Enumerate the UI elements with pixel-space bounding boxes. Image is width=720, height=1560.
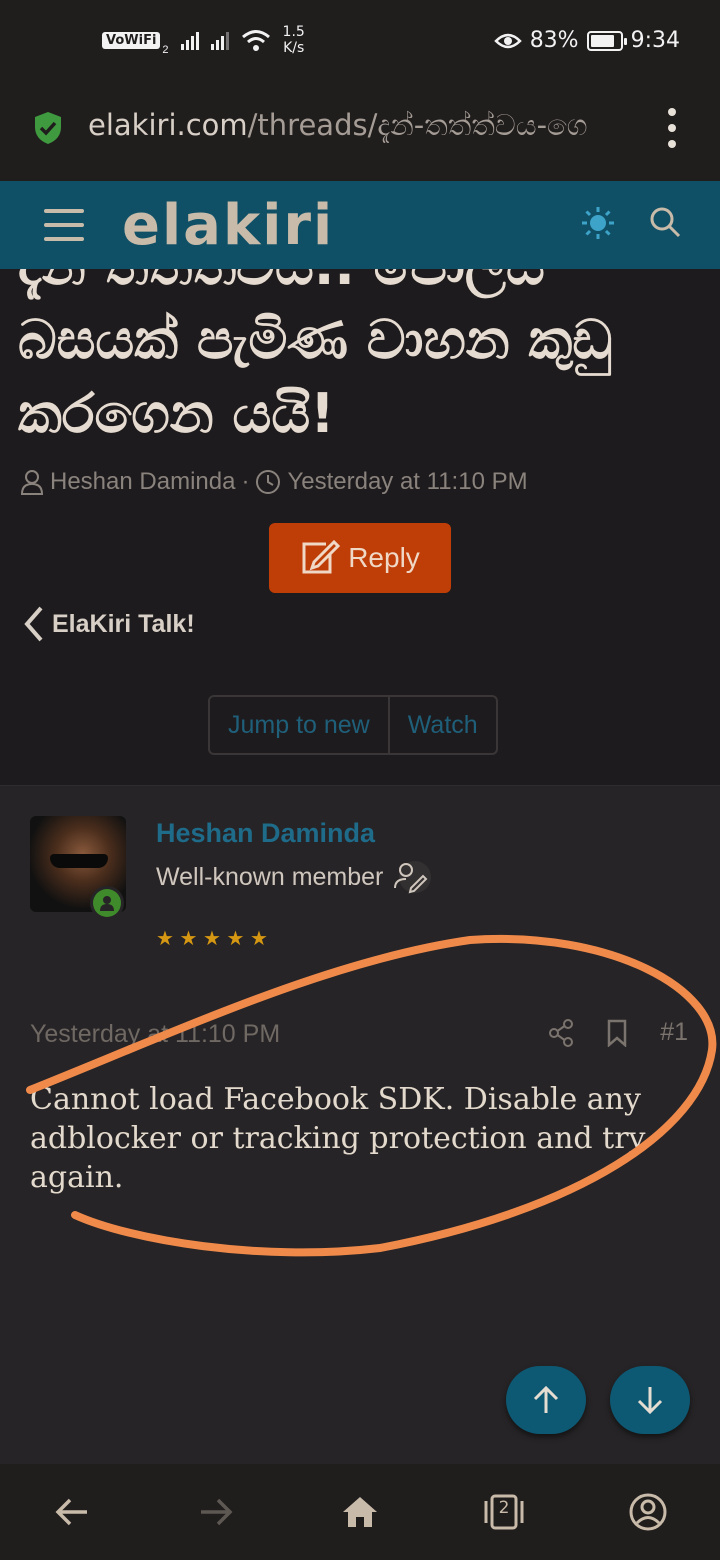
network-speed: 1.5 K/s [282,24,305,56]
clock: 9:34 [630,28,680,53]
arrow-down-icon [637,1387,663,1415]
arrow-right-icon [201,1498,233,1526]
edit-icon [302,540,341,574]
rating-stars: ★ ★ ★ ★ ★ [156,928,268,950]
browser-nav-bar: 2 [0,1464,720,1560]
user-edit-icon [394,861,432,894]
signal-icon-2 [210,30,229,50]
wifi-icon [241,30,270,51]
post-message: Cannot load Facebook SDK. Disable any ad… [30,1082,646,1195]
thread-date[interactable]: Yesterday at 11:10 PM [287,468,527,496]
eye-icon [493,33,522,48]
post-date[interactable]: Yesterday at 11:10 PM [30,1020,280,1049]
post-number[interactable]: #1 [660,1018,688,1047]
site-logo[interactable]: elakiri [122,193,334,258]
scroll-bottom-button[interactable] [610,1366,690,1434]
post: Heshan Daminda Well-known member ★ ★ ★ ★… [0,785,720,1464]
share-icon[interactable] [548,1018,574,1047]
post-username[interactable]: Heshan Daminda [156,818,375,849]
battery-percent: 83% [529,28,579,53]
more-options-icon[interactable] [664,108,680,148]
url-field[interactable]: elakiri.com/threads/දැන්-තත්ත්වය-ගෙ [88,108,633,148]
browser-url-bar: elakiri.com/threads/දැන්-තත්ත්වය-ගෙ [0,84,720,181]
account-icon [629,1493,667,1531]
vowifi-badge: VoWiFi [102,31,161,49]
page-content: දැන් තත්ත්වය.. පොලිස් බසයක් පැමිණ වාහන ක… [0,181,720,1464]
search-icon[interactable] [648,205,682,239]
tabs-button[interactable]: 2 [474,1482,534,1542]
thread-button-group: Jump to new Watch [208,695,498,755]
thread-author[interactable]: Heshan Daminda [50,468,235,496]
battery-icon [586,30,627,51]
theme-toggle-icon[interactable] [580,205,616,241]
sim-slot-indicator: 2 [162,44,169,56]
arrow-left-icon [55,1498,87,1526]
jump-to-new-button[interactable]: Jump to new [210,697,388,753]
signal-icon [180,30,199,50]
tab-count: 2 [498,1498,510,1518]
account-button[interactable] [618,1482,678,1542]
home-icon [343,1497,377,1527]
user-title-label: Well-known member [156,862,384,891]
menu-icon[interactable] [44,209,84,241]
arrow-up-icon [533,1385,559,1413]
home-button[interactable] [330,1482,390,1542]
reply-label: Reply [348,542,420,573]
user-title: Well-known member [156,860,432,894]
back-button[interactable] [42,1482,102,1542]
security-shield-icon[interactable] [32,110,64,146]
clock-icon [256,470,281,494]
watch-button[interactable]: Watch [387,697,496,753]
bookmark-icon[interactable] [606,1019,628,1047]
user-icon [20,470,44,495]
scroll-top-button[interactable] [506,1366,586,1434]
reply-button[interactable]: Reply [269,523,451,593]
online-status-icon [90,886,124,920]
thread-meta: Heshan Daminda · Yesterday at 11:10 PM [20,468,528,496]
breadcrumb-label: ElaKiri Talk! [52,609,195,638]
meta-separator: · [241,468,250,495]
forward-button[interactable] [186,1482,246,1542]
post-actions: #1 [548,1018,688,1047]
site-header: elakiri [0,181,720,269]
chevron-left-icon [24,606,43,642]
status-bar: VoWiFi 2 1.5 K/s 83% 9:34 [0,0,720,84]
breadcrumb[interactable]: ElaKiri Talk! [24,605,195,643]
